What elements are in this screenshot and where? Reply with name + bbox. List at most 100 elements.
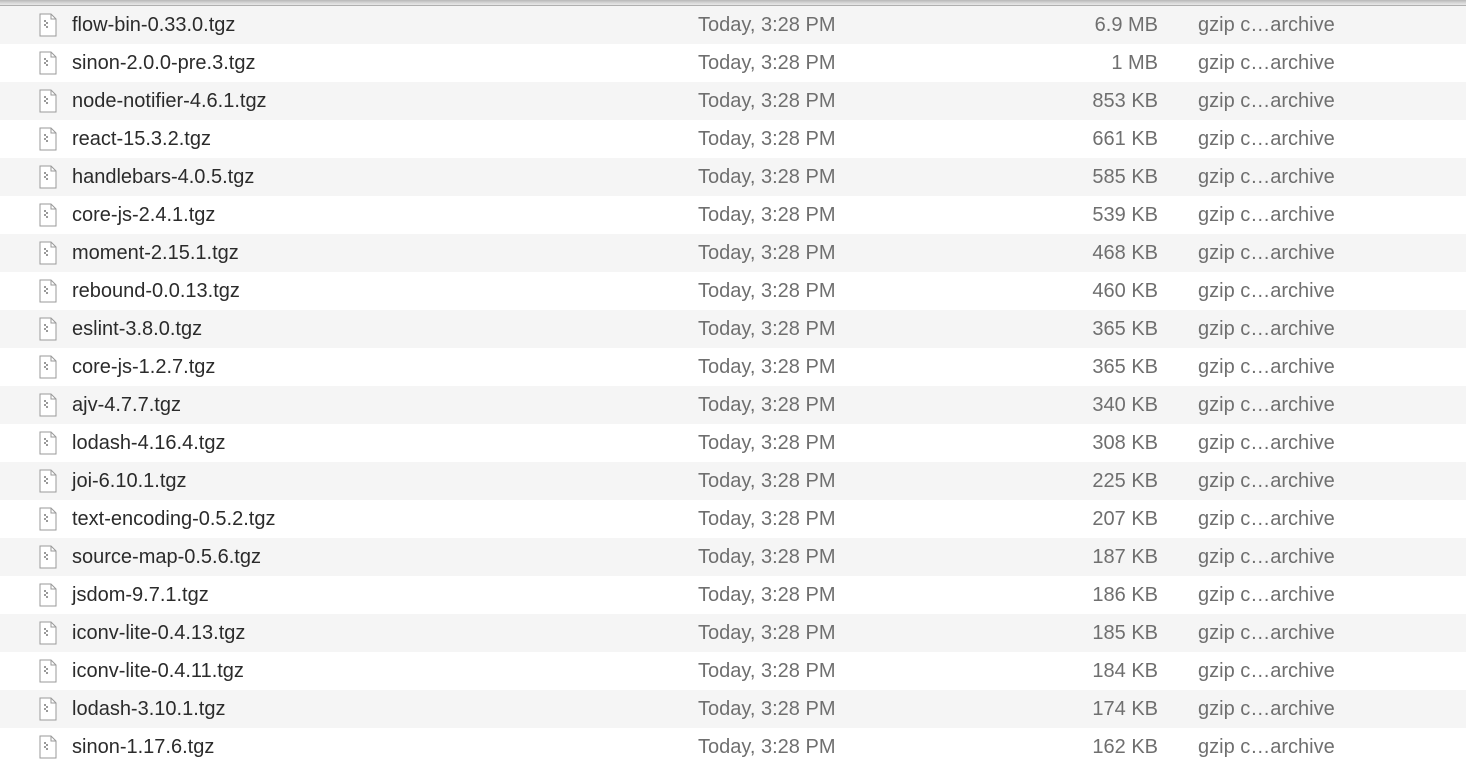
- file-kind: gzip c…archive: [1198, 356, 1466, 379]
- file-kind-ellipsis: …: [1250, 128, 1270, 151]
- file-size: 225 KB: [1018, 470, 1198, 493]
- file-modified: Today, 3:28 PM: [698, 90, 1018, 113]
- file-size: 185 KB: [1018, 622, 1198, 645]
- file-kind-ellipsis: …: [1250, 432, 1270, 455]
- file-name-cell: flow-bin-0.33.0.tgz: [38, 13, 698, 37]
- file-name-cell: jsdom-9.7.1.tgz: [38, 583, 698, 607]
- file-kind-right: archive: [1270, 470, 1334, 493]
- file-kind-left: gzip c: [1198, 356, 1250, 379]
- file-row[interactable]: lodash-3.10.1.tgzToday, 3:28 PM174 KBgzi…: [0, 690, 1466, 728]
- file-kind-left: gzip c: [1198, 52, 1250, 75]
- file-kind-left: gzip c: [1198, 242, 1250, 265]
- file-row[interactable]: lodash-4.16.4.tgz Today, 3:28 PM308 KBgzi…: [0, 424, 1466, 462]
- file-row[interactable]: core-js-1.2.7.tgzToday, 3:28 PM365 KBgzi…: [0, 348, 1466, 386]
- file-name-cell: handlebars-4.0.5.tgz: [38, 165, 698, 189]
- file-row[interactable]: rebound-0.0.13.tgzToday, 3:28 PM460 KBgz…: [0, 272, 1466, 310]
- file-kind-left: gzip c: [1198, 432, 1250, 455]
- file-size: 184 KB: [1018, 660, 1198, 683]
- file-kind-right: archive: [1270, 128, 1334, 151]
- file-row[interactable]: jsdom-9.7.1.tgzToday, 3:28 PM186 KBgzip …: [0, 576, 1466, 614]
- file-name-cell: moment-2.15.1.tgz: [38, 241, 698, 265]
- file-row[interactable]: iconv-lite-0.4.13.tgzToday, 3:28 PM185 K…: [0, 614, 1466, 652]
- file-name: lodash-4.16.4.tgz: [72, 432, 225, 455]
- archive-file-icon: [38, 507, 58, 531]
- file-size: 162 KB: [1018, 736, 1198, 759]
- archive-file-icon: [38, 431, 58, 455]
- file-kind-right: archive: [1270, 166, 1334, 189]
- file-modified: Today, 3:28 PM: [698, 432, 1018, 455]
- file-modified: Today, 3:28 PM: [698, 546, 1018, 569]
- file-kind-left: gzip c: [1198, 736, 1250, 759]
- file-row[interactable]: sinon-1.17.6.tgzToday, 3:28 PM162 KBgzip…: [0, 728, 1466, 766]
- file-kind: gzip c…archive: [1198, 90, 1466, 113]
- file-kind-ellipsis: …: [1250, 280, 1270, 303]
- file-kind: gzip c…archive: [1198, 736, 1466, 759]
- file-name-cell: lodash-4.16.4.tgz: [38, 431, 698, 455]
- file-name: source-map-0.5.6.tgz: [72, 546, 261, 569]
- file-name: joi-6.10.1.tgz: [72, 470, 187, 493]
- file-row[interactable]: source-map-0.5.6.tgzToday, 3:28 PM187 KB…: [0, 538, 1466, 576]
- file-row[interactable]: core-js-2.4.1.tgzToday, 3:28 PM539 KBgzi…: [0, 196, 1466, 234]
- file-modified: Today, 3:28 PM: [698, 356, 1018, 379]
- archive-file-icon: [38, 621, 58, 645]
- file-size: 174 KB: [1018, 698, 1198, 721]
- archive-file-icon: [38, 735, 58, 759]
- file-size: 308 KB: [1018, 432, 1198, 455]
- file-modified: Today, 3:28 PM: [698, 394, 1018, 417]
- file-name: sinon-2.0.0-pre.3.tgz: [72, 52, 255, 75]
- file-kind-right: archive: [1270, 546, 1334, 569]
- file-name-cell: core-js-1.2.7.tgz: [38, 355, 698, 379]
- file-row[interactable]: sinon-2.0.0-pre.3.tgzToday, 3:28 PM1 MBg…: [0, 44, 1466, 82]
- file-kind-left: gzip c: [1198, 546, 1250, 569]
- file-kind-left: gzip c: [1198, 280, 1250, 303]
- file-kind-right: archive: [1270, 204, 1334, 227]
- file-row[interactable]: react-15.3.2.tgzToday, 3:28 PM661 KBgzip…: [0, 120, 1466, 158]
- file-kind-right: archive: [1270, 622, 1334, 645]
- file-kind: gzip c…archive: [1198, 318, 1466, 341]
- file-kind-ellipsis: …: [1250, 90, 1270, 113]
- file-row[interactable]: moment-2.15.1.tgzToday, 3:28 PM468 KBgzi…: [0, 234, 1466, 272]
- file-kind: gzip c…archive: [1198, 432, 1466, 455]
- file-name: eslint-3.8.0.tgz: [72, 318, 202, 341]
- file-kind-left: gzip c: [1198, 204, 1250, 227]
- archive-file-icon: [38, 279, 58, 303]
- file-kind: gzip c…archive: [1198, 394, 1466, 417]
- file-name-cell: lodash-3.10.1.tgz: [38, 697, 698, 721]
- file-row[interactable]: flow-bin-0.33.0.tgzToday, 3:28 PM6.9 MBg…: [0, 6, 1466, 44]
- file-name: node-notifier-4.6.1.tgz: [72, 90, 267, 113]
- file-kind-ellipsis: …: [1250, 166, 1270, 189]
- file-row[interactable]: handlebars-4.0.5.tgzToday, 3:28 PM585 KB…: [0, 158, 1466, 196]
- archive-file-icon: [38, 241, 58, 265]
- file-kind-left: gzip c: [1198, 622, 1250, 645]
- file-row[interactable]: eslint-3.8.0.tgzToday, 3:28 PM365 KBgzip…: [0, 310, 1466, 348]
- file-kind-left: gzip c: [1198, 394, 1250, 417]
- file-kind-ellipsis: …: [1250, 318, 1270, 341]
- file-kind-ellipsis: …: [1250, 660, 1270, 683]
- file-row[interactable]: iconv-lite-0.4.11.tgzToday, 3:28 PM184 K…: [0, 652, 1466, 690]
- file-size: 340 KB: [1018, 394, 1198, 417]
- file-kind-right: archive: [1270, 698, 1334, 721]
- file-name: iconv-lite-0.4.11.tgz: [72, 660, 244, 683]
- file-size: 186 KB: [1018, 584, 1198, 607]
- file-name: flow-bin-0.33.0.tgz: [72, 14, 235, 37]
- file-size: 1 MB: [1018, 52, 1198, 75]
- file-kind-left: gzip c: [1198, 698, 1250, 721]
- file-name-cell: react-15.3.2.tgz: [38, 127, 698, 151]
- file-kind: gzip c…archive: [1198, 204, 1466, 227]
- file-kind-ellipsis: …: [1250, 546, 1270, 569]
- file-row[interactable]: joi-6.10.1.tgzToday, 3:28 PM225 KBgzip c…: [0, 462, 1466, 500]
- file-list: flow-bin-0.33.0.tgzToday, 3:28 PM6.9 MBg…: [0, 6, 1466, 766]
- file-row[interactable]: ajv-4.7.7.tgzToday, 3:28 PM340 KBgzip c……: [0, 386, 1466, 424]
- file-kind-right: archive: [1270, 356, 1334, 379]
- file-row[interactable]: text-encoding-0.5.2.tgzToday, 3:28 PM207…: [0, 500, 1466, 538]
- file-name: react-15.3.2.tgz: [72, 128, 211, 151]
- file-kind-ellipsis: …: [1250, 470, 1270, 493]
- archive-file-icon: [38, 355, 58, 379]
- file-row[interactable]: node-notifier-4.6.1.tgzToday, 3:28 PM853…: [0, 82, 1466, 120]
- archive-file-icon: [38, 697, 58, 721]
- file-modified: Today, 3:28 PM: [698, 318, 1018, 341]
- file-name-cell: core-js-2.4.1.tgz: [38, 203, 698, 227]
- file-kind-left: gzip c: [1198, 318, 1250, 341]
- file-kind-right: archive: [1270, 736, 1334, 759]
- archive-file-icon: [38, 583, 58, 607]
